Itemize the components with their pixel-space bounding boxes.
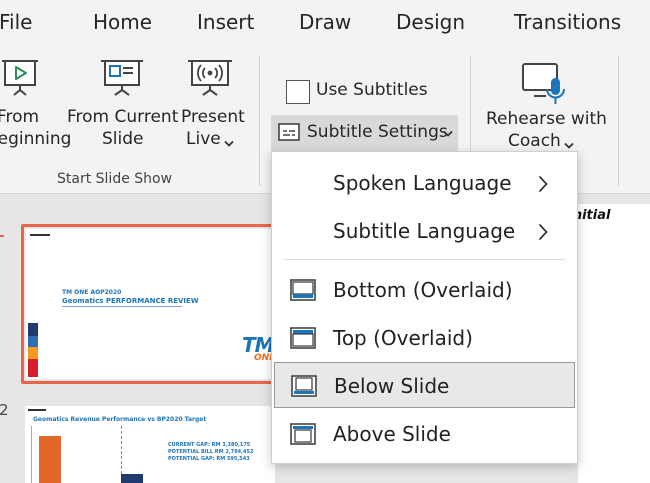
slide-1-color-bar [28, 336, 38, 347]
subtitle-bottom-overlaid-icon [290, 279, 316, 301]
play-from-beginning-icon [2, 60, 38, 96]
subtitle-top-overlaid-icon [290, 327, 316, 349]
subtitle-settings-menu: Spoken Language Subtitle Language Bottom… [271, 151, 578, 464]
tab-insert[interactable]: Insert [197, 10, 254, 34]
slide-number-2: 2 [0, 401, 9, 419]
slide-thumbnail-1[interactable]: TM ONE AOP2020 Geomatics PERFORMANCE REV… [21, 224, 283, 384]
slide-thumbnail-2[interactable]: Geomatics Revenue Performance vs BP2020 … [25, 406, 275, 483]
tab-home[interactable]: Home [93, 10, 152, 34]
chevron-down-icon [443, 130, 453, 137]
subtitle-settings-icon [278, 123, 300, 141]
from-beginning-button[interactable]: From Beginning [0, 58, 71, 154]
chart-bar [39, 436, 61, 483]
chevron-right-icon [538, 223, 548, 241]
selection-marker [0, 235, 4, 237]
chart-axis [31, 426, 32, 483]
menu-item-below-slide[interactable]: Below Slide [274, 362, 575, 408]
use-subtitles-label: Use Subtitles [316, 80, 428, 100]
slide-2-title: Geomatics Revenue Performance vs BP2020 … [33, 416, 207, 423]
menu-item-spoken-language[interactable]: Spoken Language [272, 160, 577, 206]
present-live-button[interactable]: Present Live [180, 58, 246, 154]
slide-1-title-line2: Geomatics PERFORMANCE REVIEW [62, 297, 199, 305]
slide-1-color-bar [28, 323, 38, 336]
ribbon-tab-bar: File Home Insert Draw Design Transitions [0, 0, 650, 48]
slide-2-header-mark [28, 409, 46, 411]
slide-2-stat-3: POTENTIAL GAP: RM 595,543 [168, 456, 250, 462]
menu-item-above-slide[interactable]: Above Slide [272, 411, 577, 457]
slide-1-title-rule [62, 306, 182, 307]
chart-guide [121, 426, 122, 474]
menu-item-subtitle-language[interactable]: Subtitle Language [272, 208, 577, 254]
subtitle-settings-button[interactable]: Subtitle Settings [271, 115, 458, 151]
tab-transitions[interactable]: Transitions [514, 10, 621, 34]
subtitle-above-slide-icon [290, 423, 316, 445]
slide-1-color-bar [28, 359, 38, 377]
rehearse-coach-icon [522, 63, 565, 104]
tab-design[interactable]: Design [396, 10, 465, 34]
ribbon-group-separator [618, 56, 619, 186]
slide-1-header-mark [30, 234, 50, 236]
subtitle-below-slide-icon [291, 375, 317, 397]
slide-1-color-bar [28, 347, 38, 359]
menu-item-top-overlaid[interactable]: Top (Overlaid) [272, 315, 577, 361]
broadcast-icon [188, 60, 232, 96]
group-label-start-slide-show: Start Slide Show [57, 171, 173, 187]
powerpoint-window: File Home Insert Draw Design Transitions… [0, 0, 650, 483]
document-peek: Initial [568, 204, 650, 483]
slide-1-title-line1: TM ONE AOP2020 [62, 289, 122, 296]
chevron-right-icon [538, 175, 548, 193]
use-subtitles-checkbox[interactable] [286, 80, 310, 104]
menu-separator [284, 259, 565, 260]
slide-2-stat-1: CURRENT GAP: RM 3,380,175 [168, 442, 251, 448]
slide-1-canvas: TM ONE AOP2020 Geomatics PERFORMANCE REV… [26, 229, 278, 379]
rehearse-with-coach-button[interactable]: Rehearse with Coach [484, 62, 607, 154]
chart-bar [121, 474, 143, 483]
play-from-current-icon [101, 60, 143, 96]
tab-file[interactable]: File [0, 10, 32, 34]
tab-draw[interactable]: Draw [299, 10, 351, 34]
slide-2-stat-2: POTENTIAL BILL RM 2,784,452 [168, 449, 254, 455]
ribbon-group-separator [259, 56, 260, 186]
chevron-down-icon [224, 140, 234, 147]
chevron-down-icon [564, 142, 574, 149]
from-current-slide-button[interactable]: From Current Slide [66, 58, 178, 154]
menu-item-bottom-overlaid[interactable]: Bottom (Overlaid) [272, 267, 577, 313]
